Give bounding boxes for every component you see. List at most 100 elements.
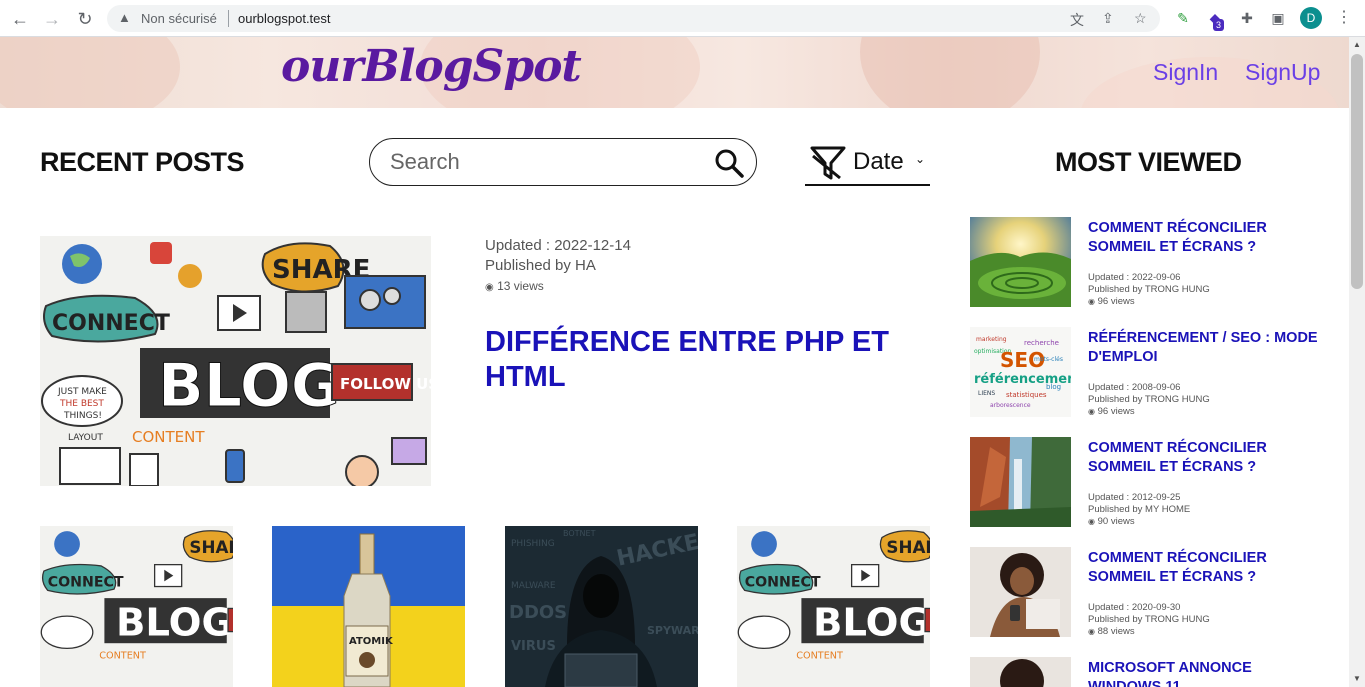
header-decoration: [860, 37, 1040, 108]
malware-word: MALWARE: [511, 581, 556, 591]
blog-illustration: SHARE CONNECT BLOG FOLLOW US JUST MAKE T…: [40, 236, 431, 486]
chevron-down-icon: ⌄: [915, 152, 926, 166]
blog-word: BLOG: [158, 351, 340, 421]
back-arrow-icon[interactable]: ←: [9, 8, 31, 30]
svg-text:mots-clés: mots-clés: [1034, 356, 1063, 363]
views-count: 90 views: [1097, 516, 1135, 527]
most-viewed-title[interactable]: RÉFÉRENCEMENT / SEO : MODE D'EMPLOI: [1088, 329, 1318, 367]
most-viewed-title[interactable]: COMMENT RÉCONCILIER SOMMEIL ET ÉCRANS ?: [1088, 219, 1318, 257]
svg-text:CONNECT: CONNECT: [48, 575, 124, 591]
eye-icon: ◉: [485, 282, 494, 293]
eye-icon: ◉: [1088, 517, 1095, 526]
svg-text:SHARE: SHARE: [189, 537, 233, 557]
most-viewed-author: Published by TRONG HUNG: [1088, 394, 1210, 405]
canyon-waterfall-image: [970, 437, 1071, 527]
svg-text:SHARE: SHARE: [886, 537, 930, 557]
eye-icon: ◉: [1088, 627, 1095, 636]
scroll-thumb[interactable]: [1351, 54, 1363, 289]
header-decoration: [0, 37, 180, 108]
svg-text:BLOG: BLOG: [813, 600, 930, 645]
follow-word: FOLLOW US: [340, 375, 431, 393]
translate-icon[interactable]: 文: [1070, 10, 1084, 30]
page-scrollbar[interactable]: ▲ ▼: [1349, 37, 1365, 687]
filter-label: Date: [853, 148, 904, 175]
most-viewed-thumbnail[interactable]: [970, 657, 1071, 687]
seo-wordcloud-image: marketing recherche optimisation SEO mot…: [970, 327, 1071, 417]
post-card-image[interactable]: SHARE CONNECT BLOG FOLLOW US CONTENT: [40, 526, 233, 687]
post-card-image[interactable]: SHARE CONNECT BLOG FOLLOW US CONTENT: [737, 526, 930, 687]
search-box[interactable]: [369, 138, 757, 186]
svg-text:CONNECT: CONNECT: [745, 575, 821, 591]
svg-text:LIENS: LIENS: [978, 390, 995, 397]
bookmark-star-icon[interactable]: ☆: [1134, 10, 1147, 27]
extension-pen-icon[interactable]: ✎: [1173, 8, 1193, 28]
most-viewed-author: Published by MY HOME: [1088, 504, 1191, 515]
most-viewed-updated: Updated : 2020-09-30: [1088, 602, 1181, 613]
recent-posts-heading: RECENT POSTS: [40, 147, 245, 177]
most-viewed-author: Published by TRONG HUNG: [1088, 614, 1210, 625]
most-viewed-thumbnail[interactable]: [970, 547, 1071, 637]
views-count: 96 views: [1097, 296, 1135, 307]
most-viewed-title[interactable]: MICROSOFT ANNONCE WINDOWS 11: [1088, 659, 1318, 687]
eye-icon: ◉: [1088, 407, 1095, 416]
most-viewed-thumbnail[interactable]: [970, 217, 1071, 307]
extension-badge: 3: [1213, 19, 1225, 31]
botnet-word: BOTNET: [563, 529, 596, 538]
warning-icon[interactable]: ▲: [118, 10, 131, 25]
most-viewed-views: ◉ 96 views: [1088, 296, 1135, 307]
svg-text:CONTENT: CONTENT: [796, 651, 843, 662]
scroll-down-arrow-icon[interactable]: ▼: [1353, 674, 1361, 683]
signup-link[interactable]: SignUp: [1245, 59, 1320, 86]
phishing-word: PHISHING: [511, 539, 555, 549]
most-viewed-heading: MOST VIEWED: [1055, 147, 1242, 177]
svg-text:marketing: marketing: [976, 336, 1007, 343]
address-bar[interactable]: ▲ Non sécurisé ourblogspot.test 文 ⇪ ☆: [107, 5, 1160, 32]
side-panel-icon[interactable]: ▣: [1268, 8, 1288, 28]
most-viewed-views: ◉ 90 views: [1088, 516, 1135, 527]
date-filter-select[interactable]: Date ⌄: [805, 140, 930, 186]
security-label[interactable]: Non sécurisé: [141, 11, 217, 26]
views-count: 96 views: [1097, 406, 1135, 417]
search-icon[interactable]: [714, 148, 744, 178]
most-viewed-views: ◉ 88 views: [1088, 626, 1135, 637]
reload-icon[interactable]: ↻: [74, 8, 96, 30]
woman-phone-image: [970, 547, 1071, 637]
most-viewed-views: ◉ 96 views: [1088, 406, 1135, 417]
filter-funnel-icon: [810, 146, 846, 180]
most-viewed-updated: Updated : 2008-09-06: [1088, 382, 1181, 393]
svg-text:BLOG: BLOG: [116, 600, 233, 645]
most-viewed-title[interactable]: COMMENT RÉCONCILIER SOMMEIL ET ÉCRANS ?: [1088, 439, 1318, 477]
post-card-image[interactable]: ATOMIK: [272, 526, 465, 687]
ddos-word: DDOS: [509, 602, 567, 623]
site-logo[interactable]: ourBlogSpot: [281, 41, 582, 92]
connect-word: CONNECT: [52, 311, 170, 336]
forward-arrow-icon[interactable]: →: [41, 8, 63, 30]
svg-text:THE BEST: THE BEST: [59, 399, 104, 409]
share-icon[interactable]: ⇪: [1102, 10, 1114, 27]
signin-link[interactable]: SignIn: [1153, 59, 1218, 86]
landscape-image: [970, 217, 1071, 307]
featured-views-count: 13 views: [497, 279, 544, 293]
featured-post-title[interactable]: DIFFÉRENCE ENTRE PHP ET HTML: [485, 325, 905, 395]
svg-text:arborescence: arborescence: [990, 402, 1031, 409]
search-input[interactable]: [390, 149, 690, 175]
profile-avatar[interactable]: D: [1300, 7, 1322, 29]
svg-text:CONTENT: CONTENT: [99, 651, 146, 662]
hacker-image: HACKER PHISHING MALWARE DDOS VIRUS SPYWA…: [505, 526, 698, 687]
most-viewed-thumbnail[interactable]: marketing recherche optimisation SEO mot…: [970, 327, 1071, 417]
woman-image: [970, 657, 1071, 687]
content-word: CONTENT: [132, 428, 205, 446]
most-viewed-thumbnail[interactable]: [970, 437, 1071, 527]
post-card-image[interactable]: HACKER PHISHING MALWARE DDOS VIRUS SPYWA…: [505, 526, 698, 687]
puzzle-icon[interactable]: ✚: [1237, 8, 1257, 28]
views-count: 88 views: [1097, 626, 1135, 637]
kebab-menu-icon[interactable]: ⋮: [1336, 8, 1352, 28]
url-text[interactable]: ourblogspot.test: [238, 11, 331, 26]
eye-icon: ◉: [1088, 297, 1095, 306]
most-viewed-title[interactable]: COMMENT RÉCONCILIER SOMMEIL ET ÉCRANS ?: [1088, 549, 1318, 587]
scroll-up-arrow-icon[interactable]: ▲: [1353, 40, 1361, 49]
svg-text:blog: blog: [1046, 383, 1061, 391]
featured-post-image[interactable]: SHARE CONNECT BLOG FOLLOW US JUST MAKE T…: [40, 236, 431, 486]
svg-text:THINGS!: THINGS!: [63, 411, 102, 421]
most-viewed-author: Published by TRONG HUNG: [1088, 284, 1210, 295]
